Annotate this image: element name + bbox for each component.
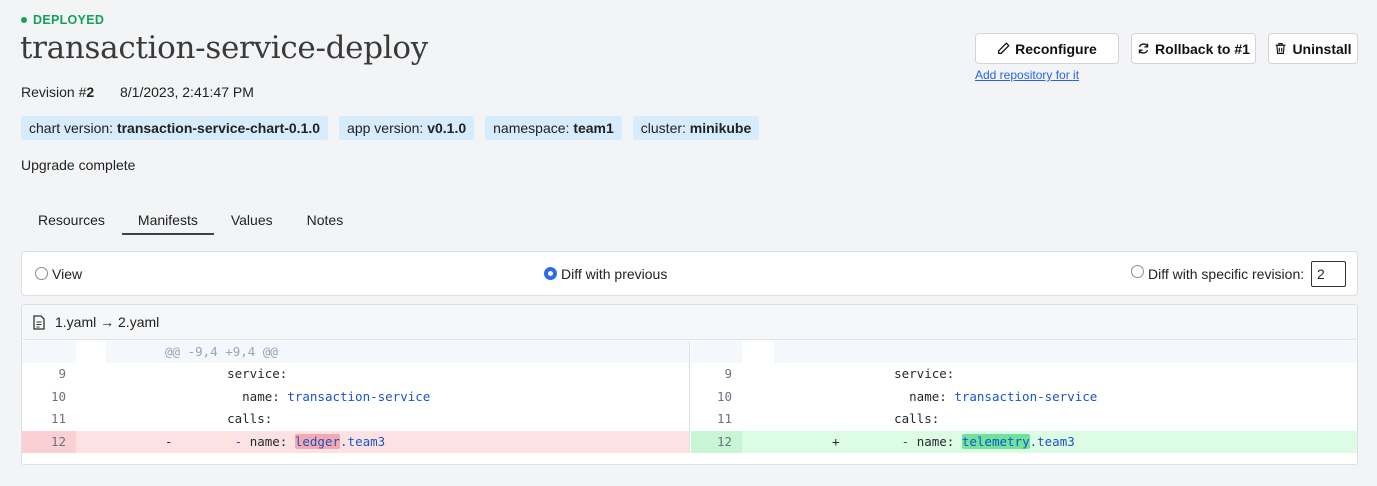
badge-app-version: app version: v0.1.0 — [339, 116, 475, 140]
badge-label: cluster: — [640, 120, 690, 136]
tab-resources[interactable]: Resources — [21, 205, 122, 235]
badge-namespace: namespace: team1 — [485, 116, 622, 140]
code-key: calls: — [227, 411, 273, 426]
diff-highlight: ledger — [294, 433, 341, 449]
diff-mode-bar: View Diff with previous Diff with specif… — [21, 251, 1358, 296]
diff-line-number: 10 — [716, 388, 732, 404]
refresh-icon — [1138, 43, 1149, 54]
add-repository-link[interactable]: Add repository for it — [975, 68, 1079, 82]
status-dot-icon — [21, 17, 27, 23]
status-label: DEPLOYED — [33, 13, 105, 27]
code-key: - name: — [235, 434, 295, 449]
code-key: service: — [227, 366, 288, 381]
tab-notes[interactable]: Notes — [290, 205, 361, 235]
code-key: name: — [242, 388, 288, 404]
badge-cluster: cluster: minikube — [632, 116, 760, 140]
revision-number: 2 — [86, 84, 95, 100]
hunk-header: @@ -9,4 +9,4 @@ — [165, 344, 278, 359]
rollback-button[interactable]: Rollback to #1 — [1131, 33, 1256, 64]
release-details-page: DEPLOYED transaction-service-deploy Revi… — [0, 0, 1377, 480]
code-key-text: name: — [249, 433, 295, 449]
file-icon — [33, 314, 45, 330]
revision-input[interactable]: 2 — [1311, 261, 1346, 287]
code-list-dash: - — [234, 433, 250, 449]
diff-split-divider — [689, 341, 690, 453]
code-value: .team3 — [340, 433, 386, 449]
revision-prefix: Revision # — [21, 84, 87, 100]
pencil-icon — [998, 42, 1010, 55]
code-list-dash: - — [901, 433, 917, 449]
diff-line-number: 11 — [50, 411, 66, 426]
code-value: .team3 — [1029, 433, 1075, 449]
uninstall-button[interactable]: Uninstall — [1268, 33, 1358, 64]
code-key-text: name: — [916, 433, 962, 449]
badge-value: transaction-service-chart-0.1.0 — [116, 120, 321, 136]
diff-specific-label: Diff with specific revision: — [1148, 266, 1305, 282]
hunk-gutter-right — [691, 341, 742, 363]
diff-line-number: 9 — [724, 366, 732, 381]
tab-values[interactable]: Values — [214, 205, 290, 235]
diff-code-line: name: transaction-service — [864, 386, 1097, 408]
diff-code-line: calls: — [864, 408, 939, 430]
diff-code-line: service: — [864, 363, 954, 385]
code-value: transaction-service — [954, 388, 1098, 404]
diff-previous-radio[interactable] — [544, 267, 557, 280]
badge-value: team1 — [573, 120, 614, 136]
diff-file-header: 1.yaml → 2.yaml — [22, 305, 1357, 340]
revision-label: Revision #2 — [21, 84, 94, 100]
badge-chart-version: chart version: transaction-service-chart… — [21, 116, 329, 140]
code-key: calls: — [894, 411, 940, 426]
reconfigure-button[interactable]: Reconfigure — [975, 33, 1119, 64]
badge-value: minikube — [689, 120, 752, 136]
badge-value: v0.1.0 — [427, 120, 467, 136]
uninstall-label: Uninstall — [1292, 40, 1352, 57]
view-label: View — [52, 266, 83, 282]
diff-line-number: 12 — [716, 433, 732, 449]
diff-previous-label: Diff with previous — [561, 266, 668, 282]
code-key: - name: — [902, 434, 962, 449]
release-badges: chart version: transaction-service-chart… — [21, 116, 760, 140]
release-description: Upgrade complete — [21, 157, 136, 173]
code-value: transaction-service — [287, 388, 431, 404]
status-badge: DEPLOYED — [21, 13, 104, 27]
diff-line-number: 12 — [50, 433, 66, 449]
diff-code-line: calls: — [197, 408, 272, 430]
rollback-label: Rollback to #1 — [1155, 40, 1250, 57]
diff-highlight: telemetry — [961, 433, 1030, 449]
diff-specific-radio[interactable] — [1131, 265, 1144, 278]
code-key: name: — [909, 388, 955, 404]
release-tabs: Resources Manifests Values Notes — [21, 205, 360, 237]
diff-marker: - — [165, 433, 173, 449]
diff-code-line: - name: telemetry.team3 — [864, 431, 1075, 453]
badge-label: namespace: — [493, 120, 574, 136]
diff-code-line: name: transaction-service — [197, 386, 430, 408]
diff-line-number: 9 — [58, 366, 66, 381]
diff-file-name: 1.yaml → 2.yaml — [55, 314, 160, 330]
hunk-gutter — [22, 341, 76, 363]
diff-line-number: 11 — [716, 411, 732, 426]
badge-label: app version: — [347, 120, 428, 136]
badge-label: chart version: — [29, 120, 117, 136]
diff-marker: + — [832, 433, 840, 449]
hunk-right — [774, 341, 1357, 363]
diff-code-line: service: — [197, 363, 287, 385]
diff-viewer: 1.yaml → 2.yaml @@ -9,4 +9,4 @@ 9 servic… — [21, 304, 1358, 465]
tab-manifests[interactable]: Manifests — [121, 205, 214, 235]
page-title: transaction-service-deploy — [20, 30, 428, 66]
reconfigure-label: Reconfigure — [1015, 40, 1097, 57]
diff-code-line: - name: ledger.team3 — [197, 431, 385, 453]
diff-line-number: 10 — [50, 388, 66, 404]
trash-icon — [1276, 43, 1286, 54]
code-key: service: — [894, 366, 955, 381]
view-radio[interactable] — [35, 267, 48, 280]
revision-date: 8/1/2023, 2:41:47 PM — [120, 84, 254, 100]
